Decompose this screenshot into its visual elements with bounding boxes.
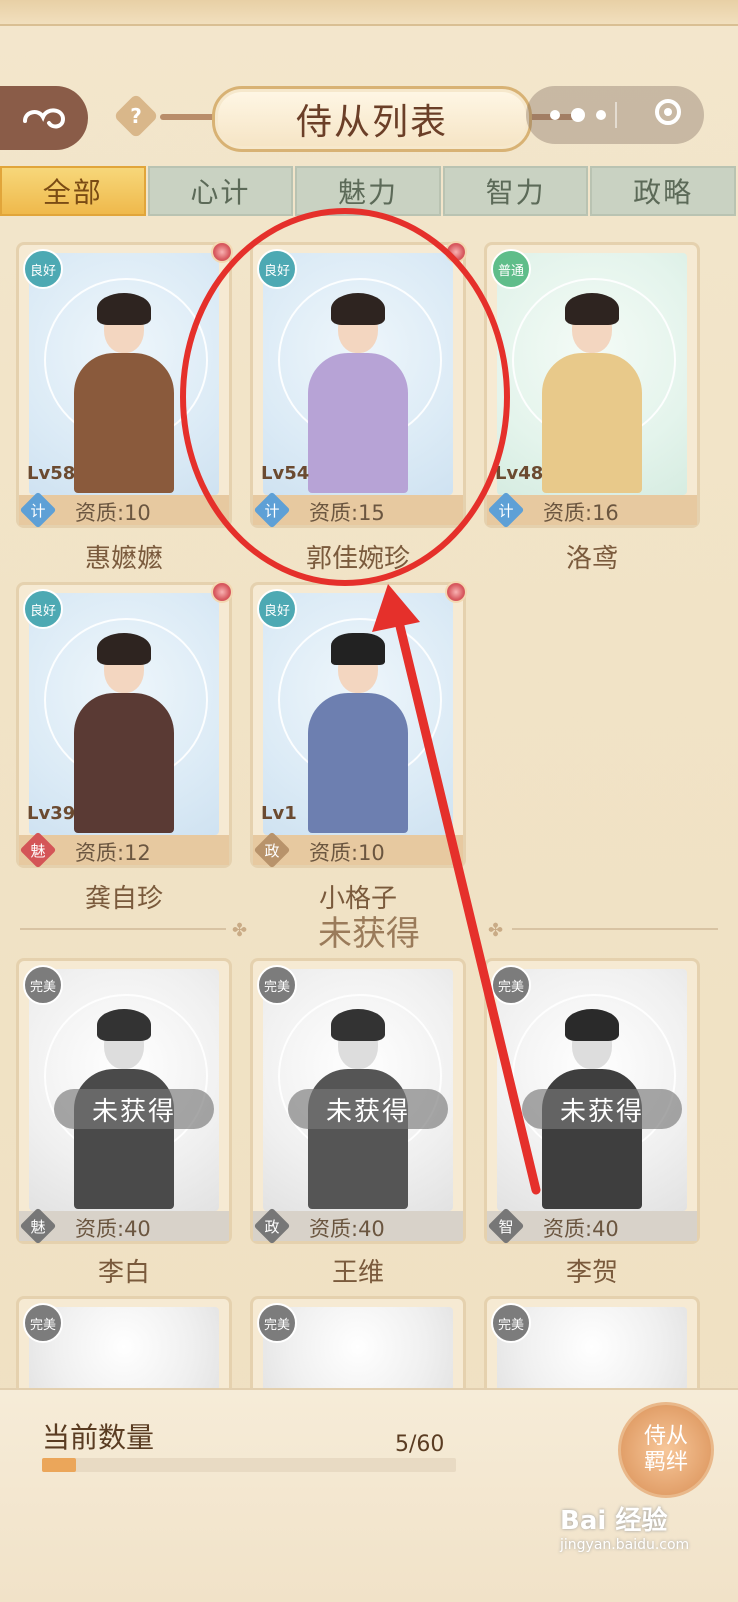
annotation-arrow xyxy=(372,584,541,1195)
